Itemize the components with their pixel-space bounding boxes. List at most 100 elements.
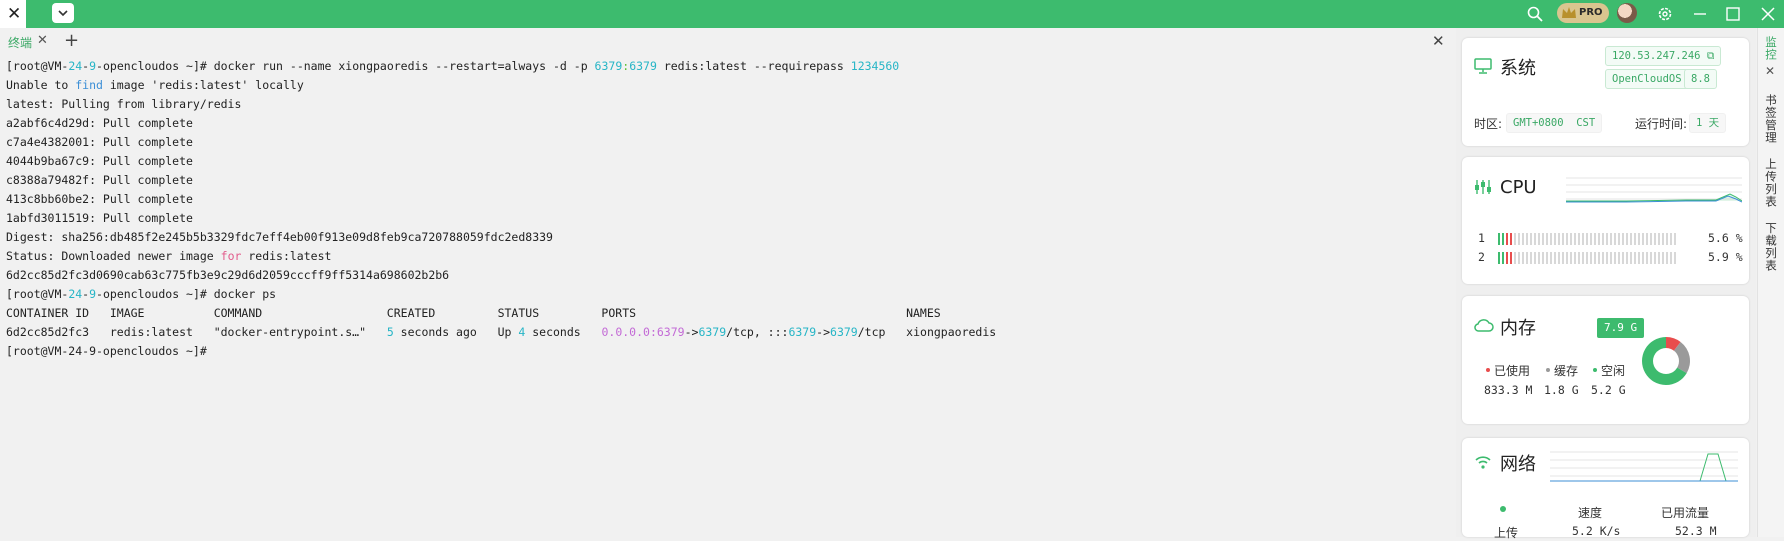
cpu-bar-segment xyxy=(1586,233,1588,245)
network-sparkline xyxy=(1550,451,1738,482)
cpu-bar-segment xyxy=(1498,252,1500,264)
memory-donut-hole xyxy=(1653,348,1679,374)
terminal-text: 1abfd3011519: Pull complete xyxy=(6,211,193,225)
terminal-text: 24 xyxy=(68,287,83,301)
window-close-icon[interactable] xyxy=(1760,6,1776,22)
cpu-bar-segment xyxy=(1514,233,1516,245)
cpu-bar-segment xyxy=(1630,252,1632,264)
cpu-bar-segment xyxy=(1566,233,1568,245)
cpu-bar-segment xyxy=(1558,233,1560,245)
os-name: OpenCloudOS xyxy=(1605,69,1689,89)
copy-icon[interactable]: ⧉ xyxy=(1707,50,1715,62)
cpu-bar-segment xyxy=(1530,252,1532,264)
terminal-text: [root@VM- xyxy=(6,287,69,301)
terminal-text: CONTAINER ID IMAGE COMMAND CREATED STATU… xyxy=(6,306,941,320)
cpu-bar-segment xyxy=(1510,252,1512,264)
side-close-icon[interactable]: ✕ xyxy=(1765,64,1775,78)
terminal-text: -> xyxy=(816,325,831,339)
cpu-bar-segment xyxy=(1498,233,1500,245)
tab-close-icon[interactable]: ✕ xyxy=(37,33,48,48)
cpu-bar-segment xyxy=(1618,233,1620,245)
cpu-bar-segment xyxy=(1614,233,1616,245)
cpu-bar-segment xyxy=(1534,233,1536,245)
cpu-bar-segment xyxy=(1534,252,1536,264)
terminal-text: 6379 xyxy=(830,325,858,339)
cpu-bar-segment xyxy=(1526,252,1528,264)
cpu-core-2-id: 2 xyxy=(1478,250,1485,264)
cpu-bar-segment xyxy=(1630,233,1632,245)
terminal-text: 6d2cc85d2fc3d0690cab63c775fb3e9c29d6d205… xyxy=(6,268,450,282)
side-tab-bookmarks[interactable]: 书签管理 xyxy=(1763,94,1779,144)
minimize-icon[interactable] xyxy=(1692,6,1708,22)
terminal-text: /tcp xiongpaoredis xyxy=(857,325,997,339)
cpu-bar-segment xyxy=(1518,252,1520,264)
cpu-card: CPU 1 5.6 % 2 5.9 % xyxy=(1462,157,1749,284)
cpu-bar-segment xyxy=(1658,252,1660,264)
cpu-bar-segment xyxy=(1530,233,1532,245)
cpu-title: CPU xyxy=(1500,177,1537,198)
memory-legend-label: 缓存 xyxy=(1554,364,1579,378)
terminal-text: c7a4e4382001: Pull complete xyxy=(6,135,193,149)
avatar[interactable] xyxy=(1617,3,1637,23)
tab-dropdown-button[interactable] xyxy=(52,3,74,23)
cpu-bar-segment xyxy=(1506,233,1508,245)
cpu-bar-segment xyxy=(1570,233,1572,245)
memory-legend-value: 5.2 G xyxy=(1591,383,1626,397)
cpu-bar-segment xyxy=(1646,233,1648,245)
cpu-bar-segment xyxy=(1546,233,1548,245)
terminal-text: Status: Downloaded newer image xyxy=(6,249,221,263)
terminal-text: 6379 xyxy=(629,59,657,73)
terminal-text: Digest: sha256:db485f2e245b5b3329fdc7eff… xyxy=(6,230,553,244)
memory-legend-dot xyxy=(1486,368,1490,372)
upload-dot xyxy=(1500,506,1506,512)
search-icon[interactable] xyxy=(1527,6,1543,22)
cpu-bar-segment xyxy=(1670,252,1672,264)
cpu-bar-segment xyxy=(1538,233,1540,245)
memory-legend-dot xyxy=(1593,368,1597,372)
tab-terminal[interactable]: 终端 xyxy=(8,34,32,51)
cpu-bar-segment xyxy=(1538,252,1540,264)
terminal-line: [root@VM-24-9-opencloudos ~]# docker ps xyxy=(6,285,1446,304)
terminal-close-icon[interactable]: ✕ xyxy=(1432,32,1445,50)
cpu-core-1-percent: 5.6 % xyxy=(1708,231,1743,245)
upload-label: 上传 xyxy=(1494,526,1519,540)
terminal-line: c8388a79482f: Pull complete xyxy=(6,171,1446,190)
cpu-bar-segment xyxy=(1606,252,1608,264)
cpu-bar-segment xyxy=(1574,252,1576,264)
cpu-bar-segment xyxy=(1622,252,1624,264)
cpu-sliders-icon xyxy=(1475,180,1491,194)
terminal-text: 9 xyxy=(89,59,97,73)
cpu-bar-segment xyxy=(1550,233,1552,245)
memory-legend-dot xyxy=(1546,368,1550,372)
cpu-bar-segment xyxy=(1614,252,1616,264)
network-card: 网络 速度 已用流量 上传 5.2 K/s 52.3 M xyxy=(1462,438,1749,540)
close-icon[interactable]: ✕ xyxy=(7,4,21,24)
side-tab-download-list[interactable]: 下载列表 xyxy=(1763,222,1779,272)
gear-icon[interactable] xyxy=(1657,6,1673,22)
cpu-bar-segment xyxy=(1546,252,1548,264)
ip-address[interactable]: 120.53.247.246 ⧉ xyxy=(1605,46,1722,66)
cpu-sparkline xyxy=(1566,177,1742,203)
new-tab-plus-icon[interactable]: + xyxy=(64,30,79,51)
side-tab-upload-list[interactable]: 上传列表 xyxy=(1763,158,1779,208)
terminal-text: redis:latest --requirepass xyxy=(656,59,851,73)
memory-legend-value: 1.8 G xyxy=(1544,383,1579,397)
maximize-icon[interactable] xyxy=(1725,6,1741,22)
cpu-bar-segment xyxy=(1662,233,1664,245)
terminal-output[interactable]: [root@VM-24-9-opencloudos ~]# docker run… xyxy=(6,57,1446,361)
cpu-bar-segment xyxy=(1598,233,1600,245)
memory-card: 内存 7.9 G 已使用 833.3 M 缓存 1.8 G 空闲 5.2 G xyxy=(1462,296,1749,424)
wifi-icon xyxy=(1475,456,1491,469)
terminal-text: 6379 xyxy=(788,325,817,339)
terminal-text: c8388a79482f: Pull complete xyxy=(6,173,193,187)
cpu-core-1-bar xyxy=(1498,233,1678,245)
cpu-bar-segment xyxy=(1566,252,1568,264)
side-tab-monitor[interactable]: 监控 xyxy=(1763,36,1779,61)
memory-title: 内存 xyxy=(1500,318,1536,339)
cpu-bar-segment xyxy=(1626,233,1628,245)
cpu-bar-segment xyxy=(1634,252,1636,264)
cpu-bar-segment xyxy=(1594,252,1596,264)
network-title: 网络 xyxy=(1500,454,1536,475)
cpu-bar-segment xyxy=(1510,233,1512,245)
terminal-text: seconds xyxy=(525,325,602,339)
